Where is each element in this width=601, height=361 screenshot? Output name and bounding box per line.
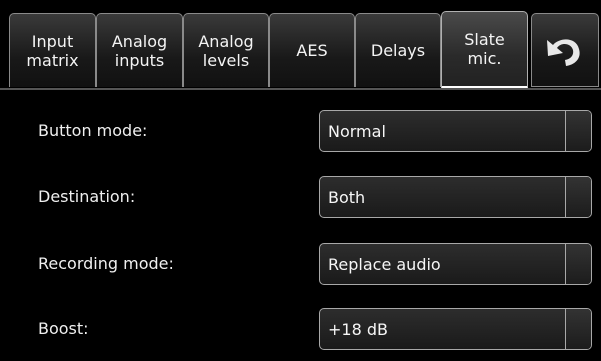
tab-slate-mic[interactable]: Slate mic. <box>441 11 528 89</box>
tab-delays[interactable]: Delays <box>355 13 441 87</box>
tab-input-matrix[interactable]: Input matrix <box>9 13 96 87</box>
undo-button[interactable] <box>531 13 599 87</box>
boost-value: +18 dB <box>328 319 388 339</box>
destination-select[interactable]: Both <box>319 176 592 218</box>
destination-dropdown-handle[interactable] <box>565 177 591 217</box>
button-mode-dropdown-handle[interactable] <box>565 111 591 151</box>
button-mode-value: Normal <box>328 121 386 141</box>
button-mode-select[interactable]: Normal <box>319 110 592 152</box>
recording-mode-label: Recording mode: <box>38 254 174 273</box>
tab-bar: Input matrix Analog inputs Analog levels… <box>0 0 601 90</box>
destination-label: Destination: <box>38 187 136 206</box>
boost-dropdown-handle[interactable] <box>565 309 591 349</box>
tab-analog-inputs[interactable]: Analog inputs <box>96 13 183 87</box>
tab-separator <box>0 88 601 90</box>
undo-icon <box>547 39 580 66</box>
boost-label: Boost: <box>38 319 89 338</box>
destination-value: Both <box>328 187 366 207</box>
recording-mode-value: Replace audio <box>328 254 441 274</box>
button-mode-label: Button mode: <box>38 121 148 140</box>
tab-aes[interactable]: AES <box>269 13 355 87</box>
tab-analog-levels[interactable]: Analog levels <box>183 13 269 87</box>
recording-mode-select[interactable]: Replace audio <box>319 243 592 285</box>
recording-mode-dropdown-handle[interactable] <box>565 244 591 284</box>
boost-select[interactable]: +18 dB <box>319 308 592 350</box>
